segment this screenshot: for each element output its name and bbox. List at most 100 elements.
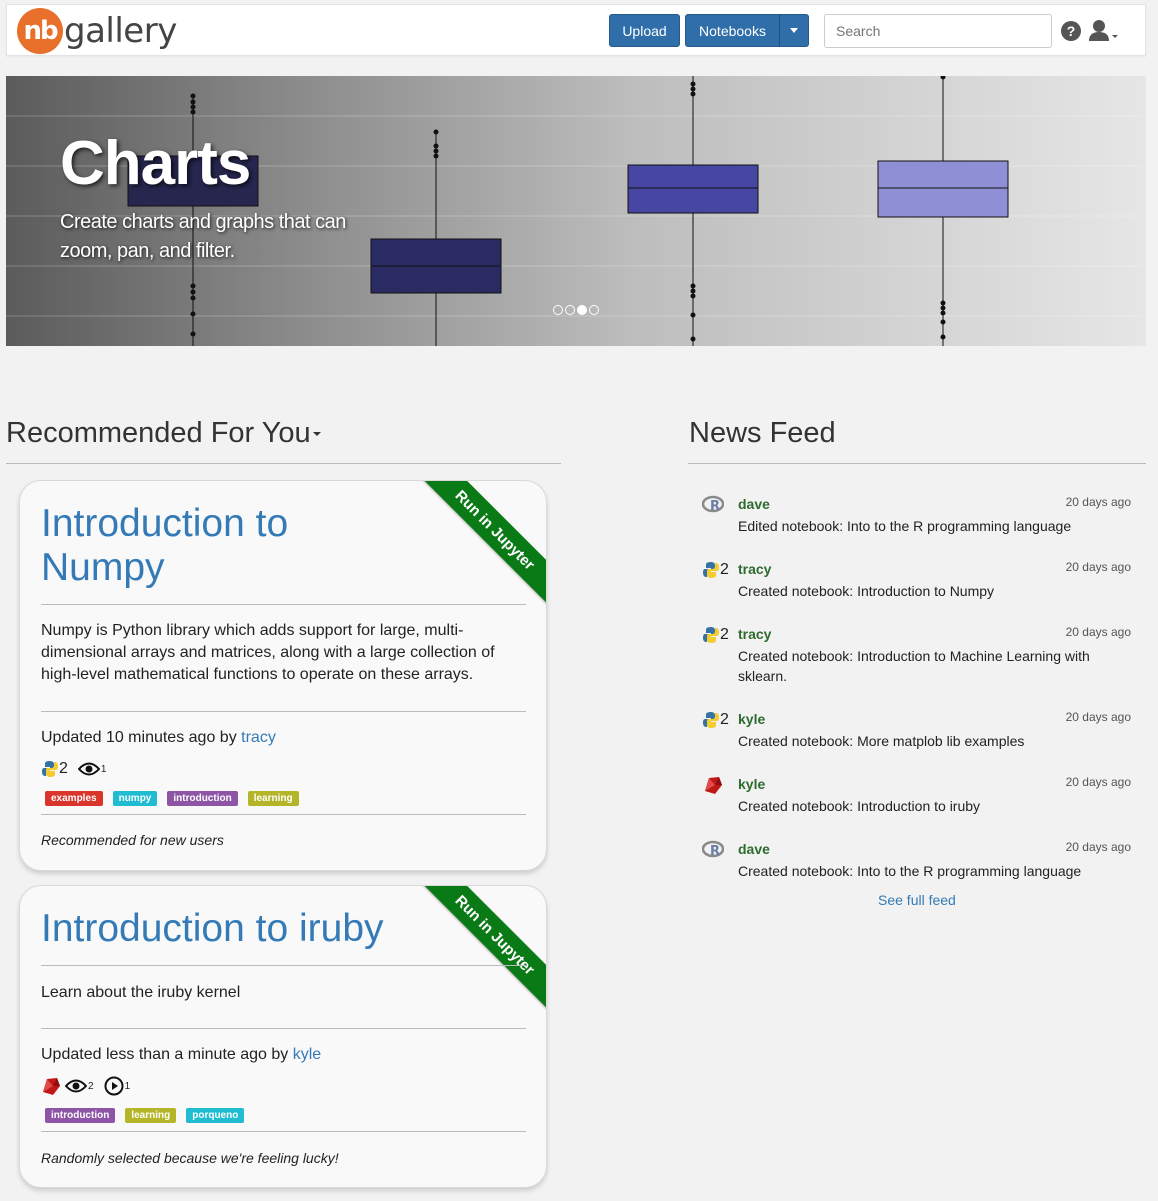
tag-list: introduction learning porqueno [45, 1108, 245, 1123]
views-count: 2 [88, 1080, 94, 1092]
svg-text:R: R [710, 499, 720, 514]
search-input[interactable] [824, 14, 1052, 48]
feed-text[interactable]: Created notebook: Introduction to iruby [738, 796, 1118, 816]
tag-examples[interactable]: examples [45, 791, 103, 806]
tag-introduction[interactable]: introduction [167, 791, 238, 806]
feed-user-link[interactable]: kyle [738, 776, 765, 792]
play-circle-icon [104, 1076, 124, 1096]
carousel-indicators [553, 305, 599, 315]
navbar: nb gallery Upload Notebooks ? [6, 4, 1146, 56]
brand[interactable]: nb gallery [17, 7, 177, 55]
tag-numpy[interactable]: numpy [112, 791, 158, 806]
views-stat: 1 [77, 761, 107, 777]
feed-item: R dave 20 days ago Created notebook: Int… [700, 838, 1134, 888]
python-icon [42, 761, 58, 777]
python-language: 2 [702, 560, 738, 580]
feed-timestamp: 20 days ago [1065, 625, 1131, 639]
feed-timestamp: 20 days ago [1065, 840, 1131, 854]
carousel-indicator-4[interactable] [589, 305, 599, 315]
feed-text[interactable]: Created notebook: Into to the R programm… [738, 861, 1118, 881]
svg-text:R: R [710, 844, 720, 859]
views-stat: 2 [65, 1078, 94, 1094]
feed-item: kyle 20 days ago Created notebook: Intro… [700, 773, 1134, 823]
brand-logo: nb [17, 8, 63, 54]
recommendation-reason: Randomly selected because we're feeling … [41, 1150, 339, 1166]
user-menu[interactable] [1089, 19, 1119, 43]
feed-timestamp: 20 days ago [1065, 775, 1131, 789]
divider [41, 965, 526, 966]
updated-text: Updated 10 minutes ago by [41, 729, 242, 746]
notebook-description: Learn about the iruby kernel [41, 984, 241, 1001]
divider [41, 1028, 526, 1029]
user-icon [1089, 20, 1118, 41]
tag-learning[interactable]: learning [125, 1108, 177, 1123]
feed-user-link[interactable]: tracy [738, 561, 771, 577]
notebook-stats: 2 1 [41, 760, 106, 778]
feed-text[interactable]: Created notebook: Introduction to Machin… [738, 646, 1118, 686]
upload-button[interactable]: Upload [609, 14, 680, 47]
carousel-title: Charts [60, 129, 251, 198]
notebook-updated: Updated less than a minute ago by kyle [41, 1046, 321, 1064]
python-icon [703, 562, 719, 578]
author-link[interactable]: tracy [241, 729, 276, 746]
divider [41, 814, 526, 815]
eye-icon [65, 1079, 87, 1093]
feed-user-link[interactable]: dave [738, 496, 770, 512]
feed-text[interactable]: Created notebook: Introduction to Numpy [738, 581, 1118, 601]
feed-user-link[interactable]: tracy [738, 626, 771, 642]
help-icon[interactable]: ? [1061, 21, 1081, 41]
feed-item: 2 tracy 20 days ago Created notebook: In… [700, 623, 1134, 693]
see-full-feed-link[interactable]: See full feed [878, 892, 956, 908]
notebook-title-link[interactable]: Introduction to Numpy [41, 502, 371, 590]
tag-learning[interactable]: learning [247, 791, 299, 806]
feed-item: 2 tracy 20 days ago Created notebook: In… [700, 558, 1134, 608]
divider [41, 711, 526, 712]
notebooks-button[interactable]: Notebooks [685, 14, 780, 47]
divider [6, 463, 561, 464]
python-version: 2 [720, 711, 729, 728]
python-version: 2 [59, 760, 68, 777]
notebook-title-link[interactable]: Introduction to iruby [41, 907, 384, 951]
chevron-down-icon [790, 28, 798, 33]
updated-text: Updated less than a minute ago by [41, 1046, 293, 1063]
recommendation-reason: Recommended for new users [41, 832, 224, 848]
python-language: 2 [702, 625, 738, 645]
notebook-updated: Updated 10 minutes ago by tracy [41, 729, 276, 747]
feed-timestamp: 20 days ago [1065, 495, 1131, 509]
python-language: 2 [41, 760, 68, 778]
carousel-indicator-3[interactable] [577, 305, 587, 315]
recommended-heading-label: Recommended For You [6, 417, 311, 449]
feed-user-link[interactable]: dave [738, 841, 770, 857]
r-icon: R [702, 840, 724, 859]
carousel-indicator-1[interactable] [553, 305, 563, 315]
python-icon [703, 712, 719, 728]
ruby-icon [705, 777, 722, 794]
divider [688, 463, 1146, 464]
feed-timestamp: 20 days ago [1065, 710, 1131, 724]
feed-user-link[interactable]: kyle [738, 711, 765, 727]
notebook-card: Run in Jupyter Introduction to Numpy Num… [19, 480, 547, 871]
feed-text[interactable]: Edited notebook: Into to the R programmi… [738, 516, 1118, 536]
feed-item: R dave 20 days ago Edited notebook: Into… [700, 493, 1134, 543]
views-count: 1 [100, 763, 107, 775]
carousel-caption: Create charts and graphs that can zoom, … [60, 211, 346, 262]
carousel-indicator-2[interactable] [565, 305, 575, 315]
notebook-description: Numpy is Python library which adds suppo… [41, 622, 495, 683]
divider [41, 604, 526, 605]
notebooks-dropdown-toggle[interactable] [779, 14, 809, 47]
tag-list: examples numpy introduction learning [45, 791, 299, 806]
recommended-heading[interactable]: Recommended For You [6, 417, 321, 450]
tag-introduction[interactable]: introduction [45, 1108, 116, 1123]
brand-text: gallery [64, 11, 177, 51]
chevron-down-icon [312, 432, 321, 437]
carousel[interactable]: Charts Create charts and graphs that can… [6, 76, 1146, 346]
news-feed-heading: News Feed [689, 417, 836, 449]
divider [41, 1131, 526, 1132]
tag-porqueno[interactable]: porqueno [186, 1108, 245, 1123]
python-language: 2 [702, 710, 738, 730]
run-in-jupyter-ribbon[interactable]: Run in Jupyter [417, 481, 546, 608]
python-version: 2 [720, 561, 729, 578]
author-link[interactable]: kyle [293, 1046, 321, 1063]
feed-text[interactable]: Created notebook: More matplob lib examp… [738, 731, 1118, 751]
feed-item: 2 kyle 20 days ago Created notebook: Mor… [700, 708, 1134, 758]
